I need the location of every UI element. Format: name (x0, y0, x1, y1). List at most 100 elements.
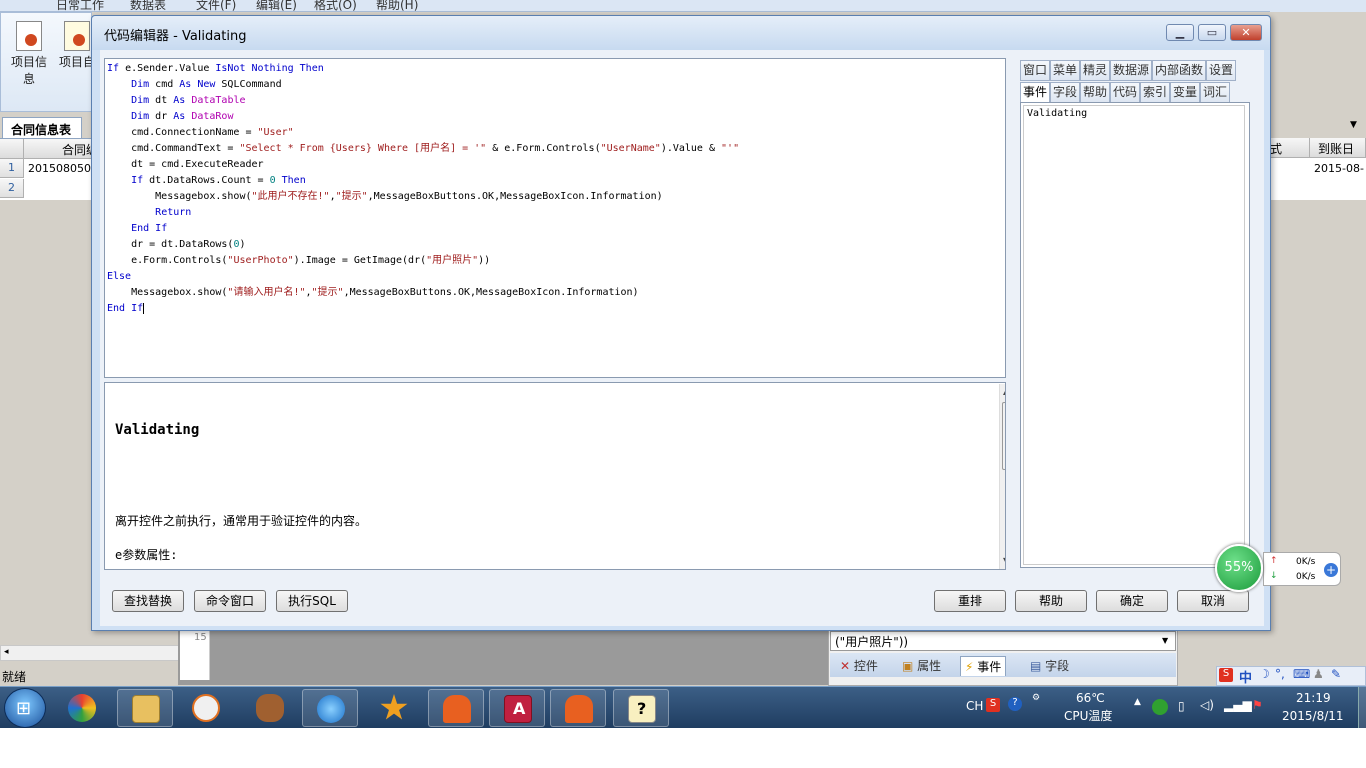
tray-expand-icon[interactable]: ▲ (1134, 697, 1141, 707)
minimize-button[interactable]: ▁ (1166, 24, 1194, 41)
flag-icon[interactable]: ⚑ (1252, 698, 1263, 712)
ribbon-project-info-button[interactable]: 项目信息 (7, 21, 51, 87)
code-line[interactable]: If dt.DataRows.Count = 0 Then (107, 173, 1005, 189)
grid-column-header[interactable]: 合同编 (24, 139, 92, 159)
right-tab[interactable]: 索引 (1140, 82, 1170, 103)
memory-percent[interactable]: 55% (1215, 544, 1263, 592)
cpu-temperature[interactable]: 66℃ (1076, 691, 1105, 705)
chevron-down-icon[interactable]: ▼ (1162, 636, 1168, 645)
wrench-icon[interactable]: ✎ (1331, 667, 1341, 681)
grid-corner[interactable] (0, 139, 24, 159)
tab-events[interactable]: ⚡ 事件 (960, 656, 1007, 676)
right-tab[interactable]: 窗口 (1020, 60, 1050, 81)
right-tab[interactable]: 字段 (1050, 82, 1080, 103)
ok-button[interactable]: 确定 (1096, 590, 1168, 612)
taskbar-internet-explorer[interactable] (302, 689, 358, 727)
horizontal-scrollbar[interactable]: ◂ (0, 645, 180, 661)
help-scrollbar[interactable]: ▲ ▼ (999, 384, 1005, 569)
options-tray-icon[interactable]: ⚙ (1032, 693, 1040, 703)
right-tab[interactable]: 变量 (1170, 82, 1200, 103)
volume-icon[interactable]: ◁) (1200, 698, 1214, 712)
code-line[interactable]: dr = dt.DataRows(0) (107, 237, 1005, 253)
grid-column-header[interactable]: 到账日 (1310, 138, 1366, 158)
right-tab[interactable]: 菜单 (1050, 60, 1080, 81)
property-value-input[interactable]: ("用户照片")) (830, 631, 1176, 651)
tab-controls[interactable]: ✕ 控件 (836, 656, 882, 676)
grid-column-header[interactable]: 式 (1270, 138, 1310, 158)
clock-time[interactable]: 21:19 (1296, 691, 1331, 705)
grid-row-number[interactable]: 2 (0, 179, 24, 198)
dialog-titlebar[interactable]: 代码编辑器 - Validating ▁ ▭ ✕ (92, 16, 1270, 50)
menu-format[interactable]: 格式(O) (314, 0, 357, 13)
code-line[interactable]: Dim dr As DataRow (107, 109, 1005, 125)
taskbar-media-player[interactable] (178, 689, 234, 727)
code-editor[interactable]: If e.Sender.Value IsNot Nothing Then Dim… (104, 58, 1006, 378)
show-desktop-button[interactable] (1358, 687, 1366, 729)
menu-file[interactable]: 文件(F) (196, 0, 236, 13)
code-line[interactable]: Messagebox.show("请输入用户名!","提示",MessageBo… (107, 285, 1005, 301)
right-tab[interactable]: 词汇 (1200, 82, 1230, 103)
help-tray-icon[interactable]: ? (1008, 697, 1022, 711)
right-tab[interactable]: 代码 (1110, 82, 1140, 103)
code-line[interactable]: Dim cmd As New SQLCommand (107, 77, 1005, 93)
code-line[interactable]: Messagebox.show("此用户不存在!","提示",MessageBo… (107, 189, 1005, 205)
menu-edit[interactable]: 编辑(E) (256, 0, 297, 13)
scroll-left-icon[interactable]: ◂ (4, 647, 9, 657)
table-tab[interactable]: 合同信息表 (2, 117, 82, 138)
scroll-down-icon[interactable]: ▼ (1003, 556, 1005, 565)
user-icon[interactable]: ♟ (1313, 667, 1324, 681)
scroll-up-icon[interactable]: ▲ (1003, 387, 1005, 396)
close-button[interactable]: ✕ (1230, 24, 1262, 41)
right-tab[interactable]: 内部函数 (1152, 60, 1206, 81)
taskbar-foxtable-1[interactable] (428, 689, 484, 727)
grid-cell[interactable]: 2015-08- (1314, 162, 1364, 175)
scroll-thumb[interactable] (1002, 402, 1005, 470)
taskbar-star-app[interactable] (366, 689, 422, 727)
start-button[interactable]: ⊞ (4, 688, 46, 728)
code-line[interactable]: dt = cmd.ExecuteReader (107, 157, 1005, 173)
right-tab[interactable]: 帮助 (1080, 82, 1110, 103)
right-tab[interactable]: 数据源 (1110, 60, 1152, 81)
taskbar-app-colorful[interactable] (54, 689, 110, 727)
clock-date[interactable]: 2015/8/11 (1282, 709, 1344, 723)
event-list[interactable]: Validating (1020, 102, 1250, 568)
execute-sql-button[interactable]: 执行SQL (276, 590, 348, 612)
network-gadget[interactable]: ↑ 0K/s ↓ 0K/s + 55% (1215, 544, 1343, 594)
right-tab[interactable]: 事件 (1020, 82, 1050, 103)
right-tab[interactable]: 精灵 (1080, 60, 1110, 81)
code-line[interactable]: cmd.ConnectionName = "User" (107, 125, 1005, 141)
code-line[interactable]: e.Form.Controls("UserPhoto").Image = Get… (107, 253, 1005, 269)
code-line[interactable]: cmd.CommandText = "Select * From {Users}… (107, 141, 1005, 157)
code-line[interactable]: End If (107, 301, 1005, 317)
taskbar-foxtable-2[interactable] (550, 689, 606, 727)
moon-icon[interactable]: ☽ (1259, 667, 1270, 681)
menu-datatable[interactable]: 数据表 (130, 0, 166, 13)
sogou-icon[interactable]: S (1219, 668, 1233, 682)
code-line[interactable]: Dim dt As DataTable (107, 93, 1005, 109)
punctuation-icon[interactable]: °, (1275, 667, 1285, 681)
tab-fields[interactable]: ▤ 字段 (1026, 656, 1073, 676)
network-icon[interactable]: ▂▄▆ (1224, 698, 1252, 712)
code-line[interactable]: Return (107, 205, 1005, 221)
menu-help[interactable]: 帮助(H) (376, 0, 418, 13)
event-list-item[interactable]: Validating (1027, 108, 1241, 119)
rearrange-button[interactable]: 重排 (934, 590, 1006, 612)
keyboard-icon[interactable]: ⌨ (1293, 667, 1310, 681)
find-replace-button[interactable]: 查找替换 (112, 590, 184, 612)
help-button[interactable]: 帮助 (1015, 590, 1087, 612)
command-window-button[interactable]: 命令窗口 (194, 590, 266, 612)
device-tray-icon[interactable]: ▯ (1178, 699, 1185, 713)
taskbar-access[interactable]: A (489, 689, 545, 727)
maximize-button[interactable]: ▭ (1198, 24, 1226, 41)
code-line[interactable]: Else (107, 269, 1005, 285)
security-tray-icon[interactable] (1152, 699, 1168, 715)
sogou-tray-icon[interactable]: S (986, 698, 1000, 712)
code-line[interactable]: If e.Sender.Value IsNot Nothing Then (107, 61, 1005, 77)
tab-properties[interactable]: ▣ 属性 (898, 656, 945, 676)
code-line[interactable]: End If (107, 221, 1005, 237)
grid-cell[interactable]: 2015080501 (28, 162, 98, 175)
taskbar-owl-app[interactable] (242, 689, 298, 727)
dropdown-arrow-icon[interactable]: ▼ (1350, 120, 1357, 130)
plus-icon[interactable]: + (1324, 563, 1338, 577)
grid-row-number[interactable]: 1 (0, 159, 24, 178)
